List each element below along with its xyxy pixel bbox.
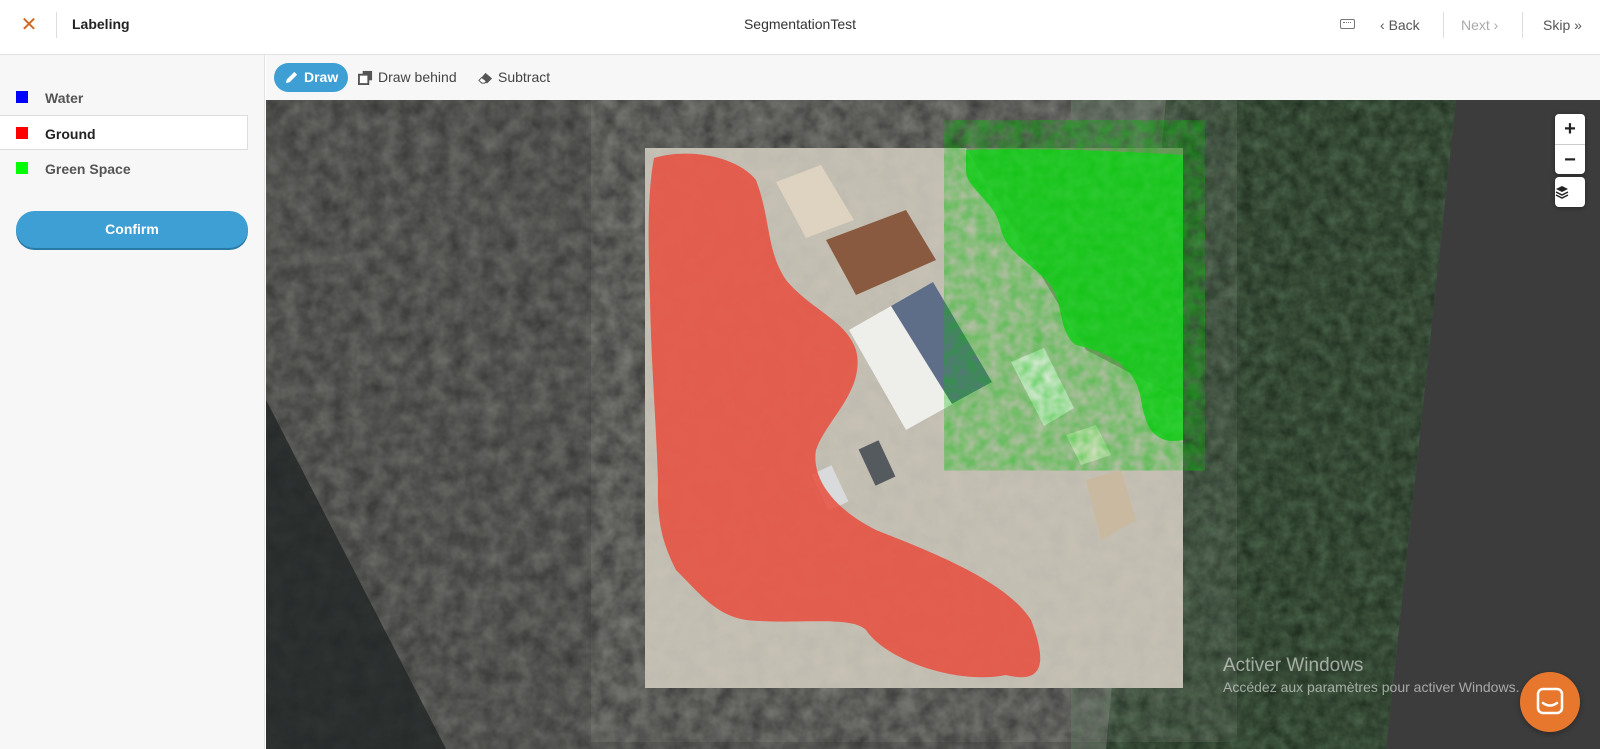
draw-behind-tool-label: Draw behind	[378, 69, 457, 85]
subtract-tool-label: Subtract	[498, 69, 551, 85]
layers-copy-icon	[358, 70, 373, 85]
class-label: Water	[45, 90, 84, 106]
eraser-icon	[478, 72, 493, 84]
layers-button[interactable]	[1555, 177, 1585, 207]
labeling-canvas[interactable]: + − Activer Windows Accédez aux paramètr…	[266, 100, 1600, 749]
double-chevron-right-icon: »	[1570, 17, 1582, 33]
draw-tool-button[interactable]: Draw	[274, 63, 349, 92]
class-label: Ground	[45, 126, 96, 142]
zoom-in-button[interactable]: +	[1555, 114, 1585, 144]
skip-button[interactable]: Skip »	[1543, 17, 1582, 33]
subtract-tool-button[interactable]: Subtract	[468, 63, 560, 92]
divider	[56, 12, 57, 38]
class-item-ground[interactable]: Ground	[0, 115, 248, 150]
zoom-controls: + −	[1555, 114, 1585, 174]
class-item-green-space[interactable]: Green Space	[0, 151, 248, 186]
color-swatch	[16, 91, 28, 103]
watermark-title: Activer Windows	[1223, 655, 1364, 676]
map-imagery	[266, 100, 1600, 749]
windows-activation-watermark: Activer Windows Accédez aux paramètres p…	[1223, 655, 1519, 695]
chat-button[interactable]	[1520, 672, 1580, 732]
draw-tool-label: Draw	[304, 69, 339, 85]
watermark-subtitle: Accédez aux paramètres pour activer Wind…	[1223, 679, 1520, 695]
back-button[interactable]: ‹ Back	[1380, 17, 1420, 33]
tool-bar: Draw Draw behind Subtract	[266, 55, 1600, 100]
divider	[1443, 12, 1444, 38]
color-swatch	[16, 127, 28, 139]
close-icon[interactable]: ✕	[18, 14, 40, 36]
color-swatch	[16, 162, 28, 174]
pencil-icon	[285, 71, 298, 84]
chat-icon	[1536, 687, 1564, 715]
chevron-right-icon: ›	[1489, 17, 1499, 33]
layers-icon	[1555, 177, 1585, 207]
project-title: SegmentationTest	[743, 16, 857, 32]
class-item-water[interactable]: Water	[0, 80, 248, 115]
app-title: Labeling	[72, 16, 130, 32]
chevron-left-icon: ‹	[1380, 17, 1389, 33]
top-bar: ✕ Labeling SegmentationTest ‹ Back Next …	[0, 0, 1600, 55]
zoom-out-button[interactable]: −	[1555, 144, 1585, 174]
class-label: Green Space	[45, 161, 131, 177]
next-button[interactable]: Next ›	[1461, 17, 1498, 33]
keyboard-icon[interactable]	[1340, 19, 1355, 29]
skip-label: Skip	[1543, 17, 1571, 33]
confirm-button[interactable]: Confirm	[16, 211, 248, 248]
back-label: Back	[1388, 17, 1420, 33]
draw-behind-tool-button[interactable]: Draw behind	[348, 63, 467, 92]
sidebar: Water Ground Green Space Confirm	[0, 55, 265, 749]
next-label: Next	[1461, 17, 1490, 33]
divider	[1522, 12, 1523, 38]
